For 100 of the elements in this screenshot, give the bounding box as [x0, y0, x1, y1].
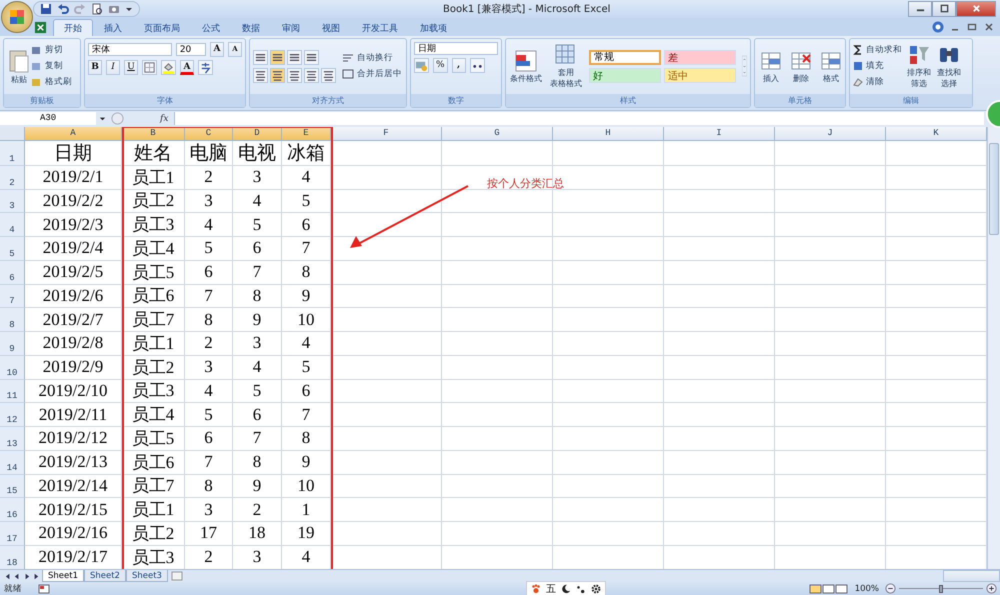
table-cell[interactable]: [331, 427, 442, 451]
table-cell[interactable]: 2019/2/5: [25, 260, 122, 285]
table-cell[interactable]: 5: [282, 356, 331, 380]
name-box[interactable]: A30: [0, 112, 96, 126]
table-cell[interactable]: [442, 474, 553, 498]
table-cell[interactable]: [553, 284, 664, 308]
table-cell[interactable]: 6: [233, 237, 282, 261]
row-header[interactable]: 10: [0, 356, 25, 380]
editing-button[interactable]: 填充: [853, 60, 902, 73]
row-header[interactable]: 2: [0, 166, 25, 190]
table-cell[interactable]: [664, 284, 775, 308]
align-icon[interactable]: [304, 50, 319, 65]
table-cell[interactable]: 4: [282, 332, 331, 356]
formula-input[interactable]: [174, 112, 984, 126]
number-format-field[interactable]: 日期: [414, 42, 498, 55]
table-cell[interactable]: [553, 166, 664, 190]
table-cell[interactable]: 3: [233, 332, 282, 356]
table-cell[interactable]: [442, 308, 553, 332]
table-cell[interactable]: [664, 213, 775, 238]
table-cell[interactable]: [331, 190, 442, 214]
minimize-button[interactable]: [908, 0, 932, 17]
zoom-out-button[interactable]: [885, 583, 896, 594]
table-cell[interactable]: [775, 380, 886, 404]
undo-icon[interactable]: [57, 2, 69, 15]
table-cell[interactable]: 8: [282, 427, 331, 451]
table-cell[interactable]: [775, 403, 886, 428]
vertical-scrollbar[interactable]: [987, 126, 1000, 569]
table-cell[interactable]: 2: [185, 332, 233, 356]
table-cell[interactable]: [664, 332, 775, 356]
bold-button[interactable]: B: [88, 60, 102, 75]
cells-button[interactable]: 插入: [758, 48, 784, 84]
ribbon-tab[interactable]: 视图: [311, 18, 351, 36]
table-cell[interactable]: [331, 166, 442, 190]
column-header[interactable]: F: [331, 126, 442, 141]
table-cell[interactable]: 2019/2/11: [25, 403, 122, 428]
clipboard-button[interactable]: 复制: [31, 60, 72, 73]
table-cell[interactable]: 员工1: [122, 166, 185, 190]
align-icon[interactable]: [287, 68, 302, 83]
table-cell[interactable]: [442, 213, 553, 238]
close-button[interactable]: [956, 0, 996, 17]
table-cell[interactable]: 3: [185, 356, 233, 380]
table-cell[interactable]: 6: [185, 427, 233, 451]
table-cell[interactable]: 2019/2/14: [25, 474, 122, 498]
new-sheet-icon[interactable]: [170, 571, 183, 581]
row-header[interactable]: 8: [0, 308, 25, 332]
table-cell[interactable]: 10: [282, 308, 331, 332]
table-cell[interactable]: [775, 190, 886, 214]
table-cell[interactable]: [331, 213, 442, 238]
row-header[interactable]: 1: [0, 140, 25, 166]
align-icon[interactable]: [321, 68, 336, 83]
table-cell[interactable]: [553, 403, 664, 428]
table-cell[interactable]: 7: [282, 403, 331, 428]
table-cell[interactable]: 7: [233, 260, 282, 285]
row-header[interactable]: 7: [0, 284, 25, 308]
table-cell[interactable]: [553, 260, 664, 285]
ribbon-tab[interactable]: 页面布局: [133, 18, 191, 36]
table-cell[interactable]: [664, 308, 775, 332]
table-cell[interactable]: 19: [282, 522, 331, 546]
table-cell[interactable]: [442, 403, 553, 428]
table-cell[interactable]: [553, 237, 664, 261]
table-cell[interactable]: 员工5: [122, 260, 185, 285]
table-cell[interactable]: 5: [185, 403, 233, 428]
fill-color-icon[interactable]: [161, 60, 176, 75]
align-icon[interactable]: [270, 68, 285, 83]
increase-decimal-icon[interactable]: [470, 58, 485, 73]
table-cell[interactable]: [775, 522, 886, 546]
table-cell[interactable]: [331, 522, 442, 546]
table-cell[interactable]: [664, 403, 775, 428]
table-cell[interactable]: 2019/2/1: [25, 166, 122, 190]
office-button[interactable]: [1, 1, 33, 33]
table-format-button[interactable]: 套用 表格格式: [549, 43, 583, 90]
table-cell[interactable]: [775, 237, 886, 261]
row-header[interactable]: 4: [0, 213, 25, 238]
table-cell[interactable]: [664, 260, 775, 285]
table-cell[interactable]: 2019/2/8: [25, 332, 122, 356]
table-cell[interactable]: [331, 356, 442, 380]
save-icon[interactable]: [40, 2, 52, 15]
sheet-tab[interactable]: Sheet1: [42, 570, 84, 582]
table-cell[interactable]: 6: [233, 403, 282, 428]
paste-button[interactable]: 粘贴: [7, 48, 31, 85]
help-icon[interactable]: [932, 20, 944, 33]
table-cell[interactable]: 9: [282, 284, 331, 308]
table-cell[interactable]: 9: [233, 308, 282, 332]
insert-function-button[interactable]: fx: [160, 114, 168, 124]
table-cell[interactable]: 员工5: [122, 427, 185, 451]
grow-font-button[interactable]: A: [210, 42, 224, 57]
select-all-button[interactable]: [0, 126, 25, 141]
table-cell[interactable]: 6: [282, 213, 331, 238]
table-cell[interactable]: 8: [233, 284, 282, 308]
column-header[interactable]: A: [25, 126, 122, 141]
zoom-handle-icon[interactable]: [111, 112, 124, 126]
table-cell[interactable]: [442, 237, 553, 261]
cell-style-swatch[interactable]: 适中: [664, 68, 736, 83]
currency-icon[interactable]: [414, 58, 429, 73]
table-cell[interactable]: 员工6: [122, 450, 185, 475]
table-cell[interactable]: 2019/2/3: [25, 213, 122, 238]
italic-button[interactable]: I: [106, 60, 120, 75]
table-cell[interactable]: [775, 450, 886, 475]
table-cell[interactable]: 2019/2/4: [25, 237, 122, 261]
table-cell[interactable]: [553, 190, 664, 214]
